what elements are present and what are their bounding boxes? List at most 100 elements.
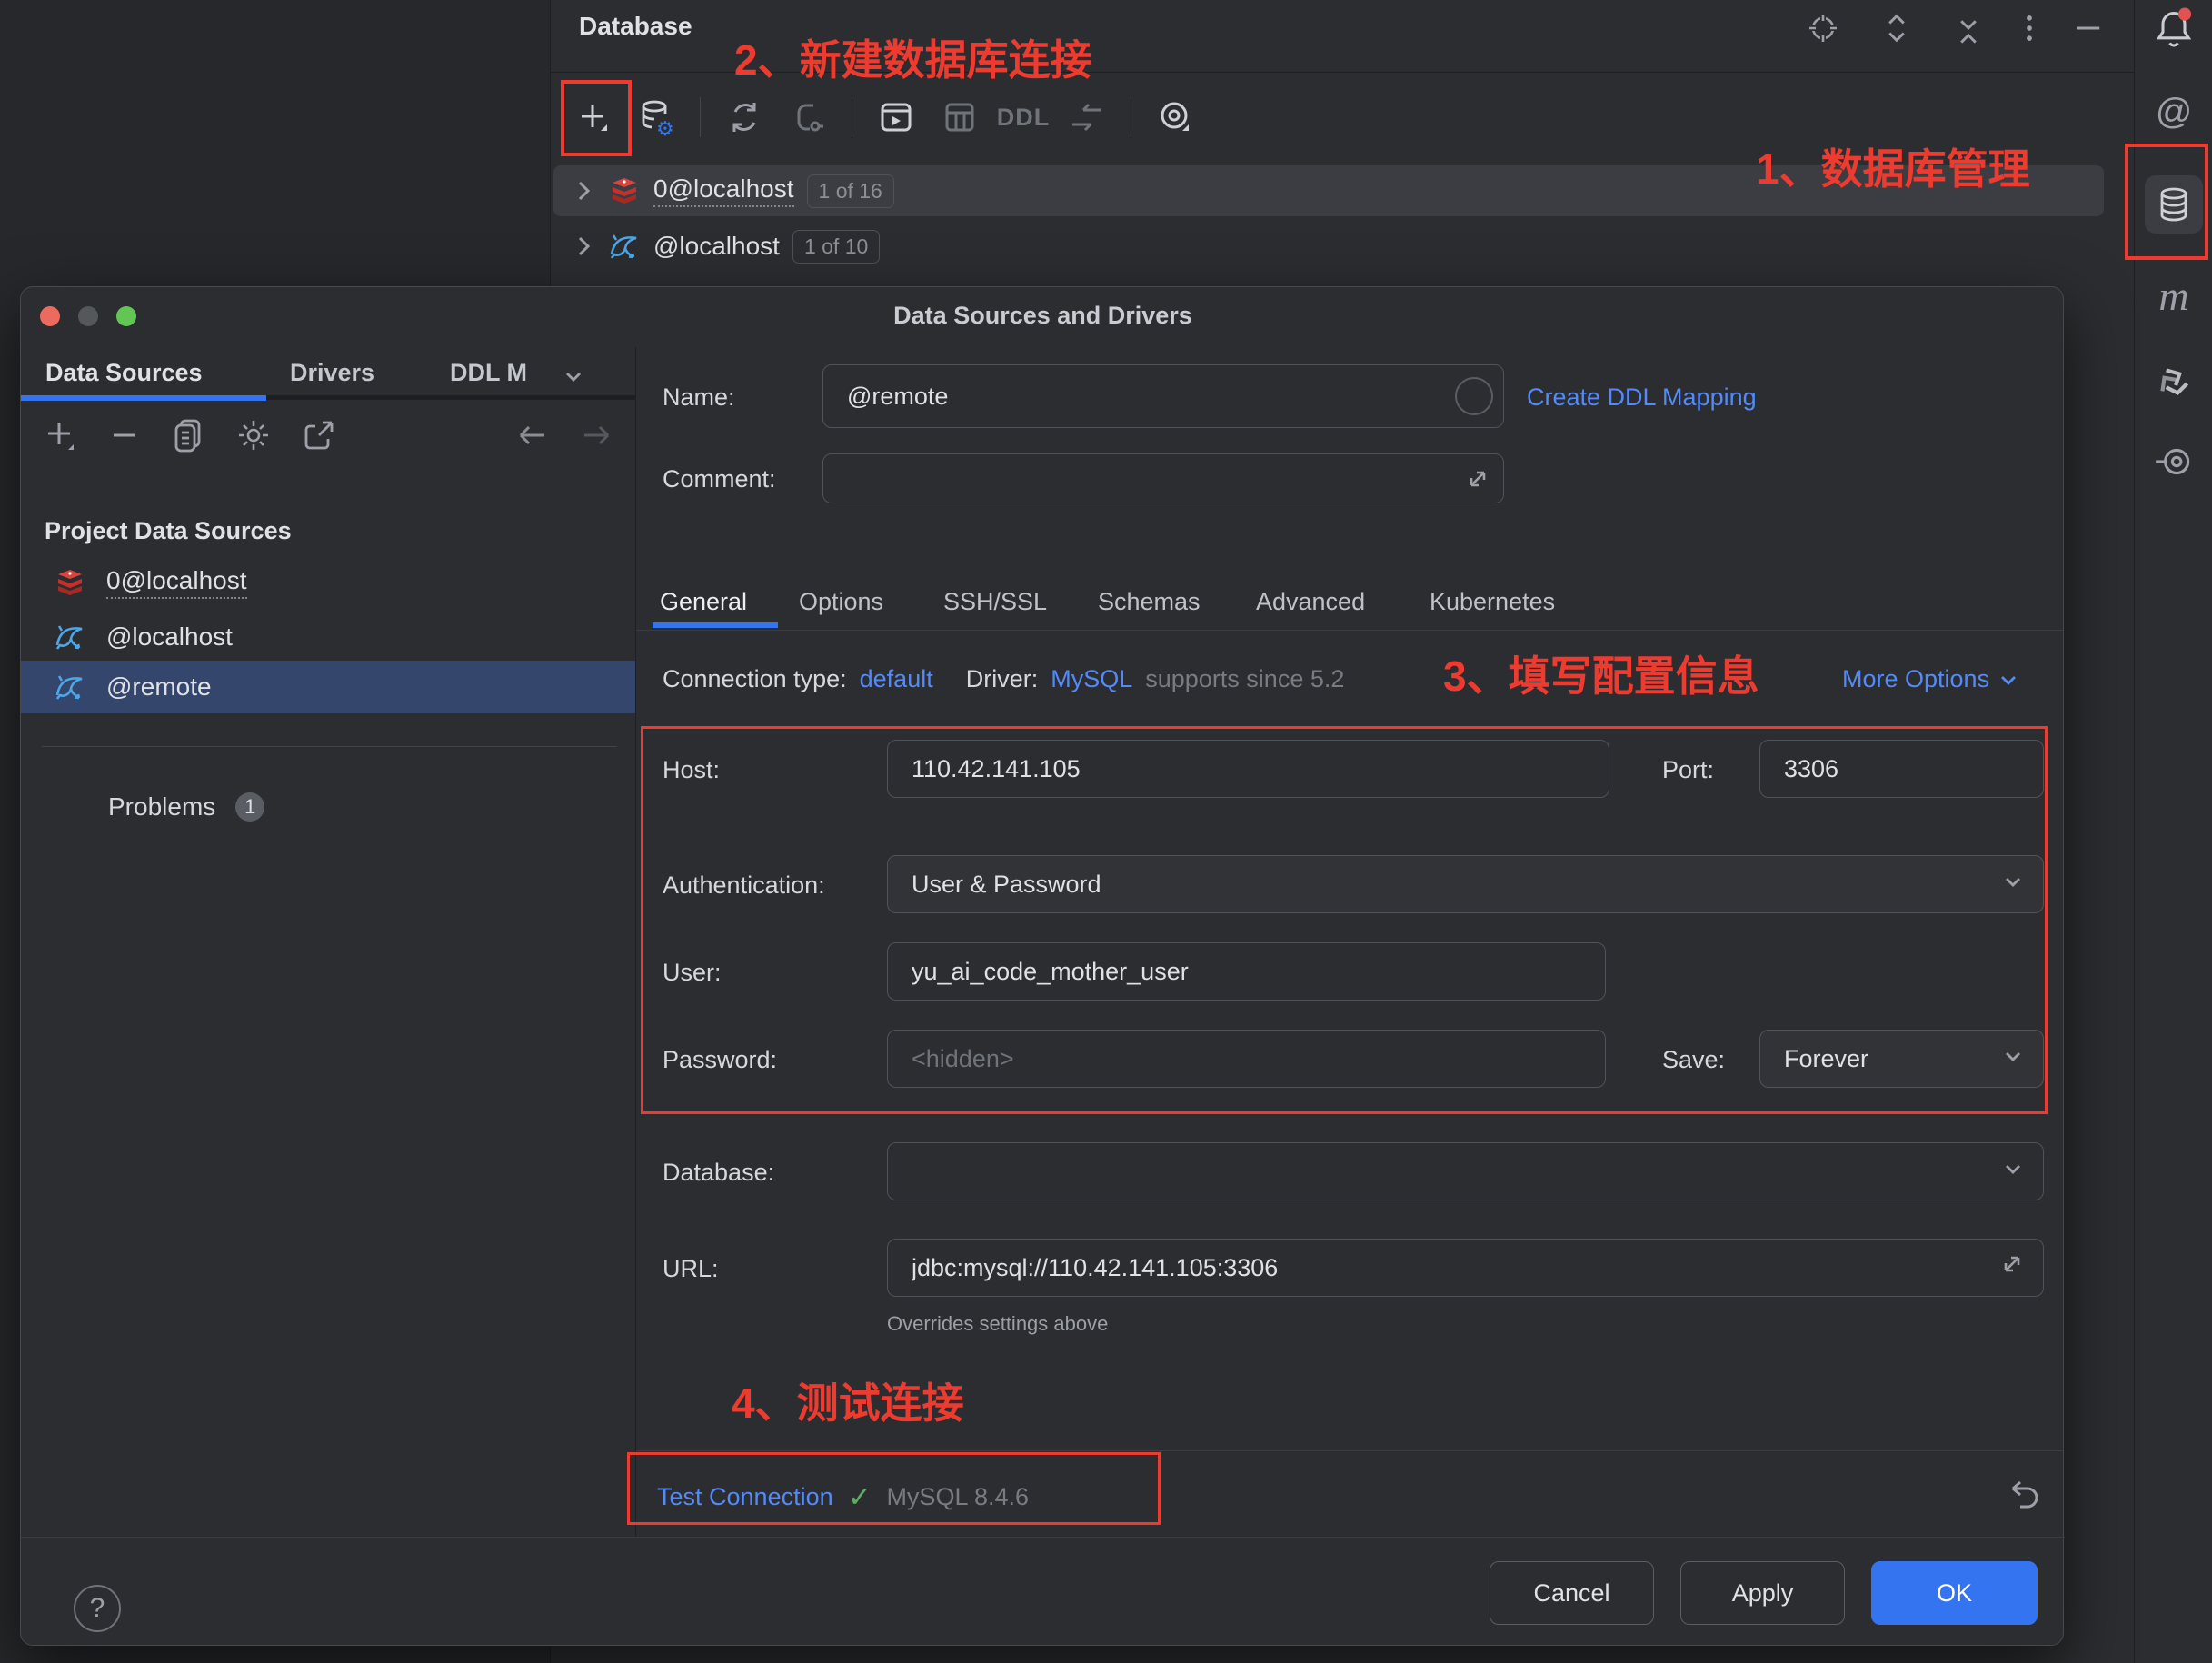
problems-count-badge: 1 (235, 792, 264, 822)
expand-field-icon[interactable] (1995, 1247, 2029, 1286)
cancel-button[interactable]: Cancel (1490, 1561, 1654, 1625)
tab-data-sources[interactable]: Data Sources (45, 359, 203, 387)
datasource-list-toolbar (43, 414, 615, 460)
screen: Database ⚙ DDL 0@localhost (0, 0, 2212, 1663)
chevron-right-icon[interactable] (572, 234, 595, 258)
ok-button[interactable]: OK (1871, 1561, 2038, 1625)
ai-assistant-icon[interactable]: @ (2135, 88, 2212, 135)
driver-value[interactable]: MySQL (1051, 665, 1132, 693)
expand-tool-window-icon[interactable] (1879, 10, 1914, 46)
datasource-item-remote-selected[interactable]: @remote (21, 661, 635, 713)
chevron-right-icon[interactable] (572, 179, 595, 203)
undo-icon[interactable] (2000, 1476, 2044, 1524)
problems-label[interactable]: Problems (108, 792, 215, 822)
tree-row-mysql[interactable]: @localhost 1 of 10 (553, 221, 2104, 272)
settings-gear-button[interactable] (235, 417, 272, 458)
tool-window-controls (1805, 7, 2105, 49)
notifications-bell-icon[interactable] (2135, 5, 2212, 53)
tab-schemas[interactable]: Schemas (1098, 588, 1201, 616)
annotation-box-test-connection (627, 1452, 1161, 1525)
remove-datasource-button[interactable] (108, 417, 141, 458)
help-button[interactable]: ? (74, 1585, 121, 1632)
chevron-down-icon (2001, 1157, 2025, 1187)
tab-kubernetes[interactable]: Kubernetes (1430, 588, 1555, 616)
table-editor-icon (940, 97, 980, 137)
tab-advanced[interactable]: Advanced (1256, 588, 1365, 616)
ddl-icon: DDL (1003, 97, 1043, 137)
datasource-name[interactable]: @localhost (653, 232, 780, 261)
tabs-divider (636, 630, 2063, 631)
dialog-title: Data Sources and Drivers (21, 302, 2065, 330)
name-label: Name: (663, 383, 735, 412)
database-panel-title: Database (579, 12, 692, 41)
more-options-label[interactable]: More Options (1842, 665, 1989, 693)
datasource-item-localhost[interactable]: @localhost (21, 611, 635, 663)
datasource-properties-icon[interactable]: ⚙ (636, 97, 676, 137)
tab-drivers[interactable]: Drivers (290, 359, 374, 387)
schema-count-badge: 1 of 10 (792, 230, 880, 264)
annotation-box-database-sidebar (2125, 144, 2208, 260)
database-toolbar: ⚙ DDL (573, 82, 1845, 153)
expand-field-icon[interactable] (1460, 462, 1495, 501)
datasource-name[interactable]: 0@localhost (106, 566, 247, 599)
url-note: Overrides settings above (887, 1312, 1108, 1336)
driver-label: Driver: (966, 665, 1039, 693)
tab-overflow-chevron-icon[interactable] (560, 365, 587, 393)
query-console-icon[interactable] (876, 97, 916, 137)
connection-type-row: Connection type: default Driver: MySQL s… (663, 665, 1344, 693)
annotation-box-config-fields (641, 726, 2048, 1114)
datasource-name[interactable]: 0@localhost (653, 174, 794, 207)
annotation-step2-text: 2、新建数据库连接 (734, 27, 1092, 87)
chevron-down-icon (1997, 668, 2020, 692)
pane-divider (635, 347, 636, 1537)
mysql-icon (608, 230, 641, 263)
connection-type-value[interactable]: default (860, 665, 933, 693)
tab-ssh-ssl[interactable]: SSH/SSL (943, 588, 1047, 616)
services-icon[interactable] (2135, 438, 2212, 485)
dependencies-icon[interactable] (2135, 360, 2212, 407)
view-options-icon[interactable] (1155, 97, 1195, 137)
more-options-button[interactable]: More Options (1842, 665, 2020, 693)
datasource-name[interactable]: @remote (106, 672, 212, 702)
datasource-item-redis[interactable]: 0@localhost (21, 556, 635, 609)
tab-ddl-mappings[interactable]: DDL M (450, 359, 527, 387)
comment-label: Comment: (663, 465, 776, 493)
refresh-icon[interactable] (724, 97, 764, 137)
create-ddl-mapping-link[interactable]: Create DDL Mapping (1527, 383, 1757, 412)
active-tab-indicator (21, 395, 266, 401)
datasource-name[interactable]: @localhost (106, 622, 233, 652)
add-datasource-button[interactable] (43, 417, 79, 458)
url-input[interactable] (887, 1239, 2044, 1297)
comment-input[interactable] (822, 453, 1504, 503)
apply-button[interactable]: Apply (1680, 1561, 1845, 1625)
annotation-box-new-connection (561, 80, 632, 156)
active-settings-tab-indicator (653, 622, 778, 628)
problems-item[interactable]: Problems 1 (108, 792, 264, 822)
svg-text:⚙: ⚙ (656, 117, 674, 140)
options-kebab-icon[interactable] (2024, 10, 2035, 46)
annotation-step3-text: 3、填写配置信息 (1443, 643, 1759, 703)
minimize-icon[interactable] (2072, 10, 2105, 46)
redis-icon (608, 174, 641, 207)
sidebar-divider (42, 746, 617, 747)
loading-indicator-circle (1455, 377, 1493, 415)
mysql-icon (54, 671, 86, 703)
maven-icon[interactable]: m (2135, 272, 2212, 319)
toolbar-separator (700, 97, 701, 137)
forward-arrow-button (579, 417, 615, 458)
locate-icon[interactable] (1805, 10, 1841, 46)
name-input[interactable] (822, 364, 1504, 428)
duplicate-button[interactable] (170, 417, 206, 458)
open-in-new-button[interactable] (301, 417, 337, 458)
project-data-sources-header: Project Data Sources (45, 517, 292, 545)
tab-options[interactable]: Options (799, 588, 883, 616)
mysql-icon (54, 621, 86, 653)
back-arrow-button[interactable] (513, 417, 550, 458)
tab-general[interactable]: General (660, 588, 747, 616)
annotation-step4-text: 4、测试连接 (732, 1370, 964, 1430)
test-divider (636, 1450, 2063, 1451)
database-select[interactable] (887, 1142, 2044, 1200)
database-label: Database: (663, 1159, 774, 1187)
collapse-tool-window-icon[interactable] (1951, 10, 1986, 46)
redis-icon (54, 566, 86, 599)
